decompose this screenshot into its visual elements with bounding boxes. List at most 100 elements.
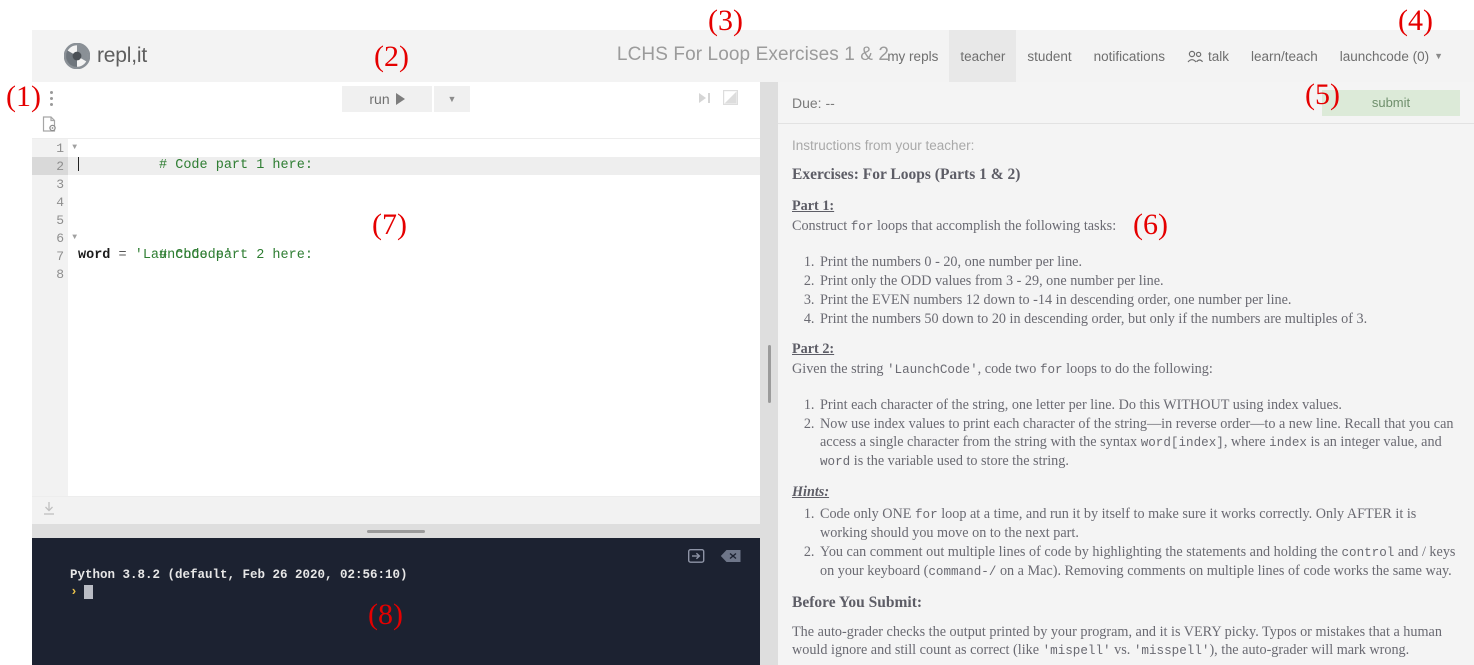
instructions-title: Exercises: For Loops (Parts 1 & 2) bbox=[792, 165, 1464, 185]
code-line: # Code part 1 here: bbox=[68, 139, 760, 157]
part2-intro-keyword: for bbox=[1040, 363, 1063, 377]
play-icon bbox=[396, 93, 405, 105]
download-icon[interactable] bbox=[42, 501, 56, 521]
hint2-a: You can comment out multiple lines of co… bbox=[820, 544, 1341, 560]
horizontal-splitter-handle[interactable] bbox=[32, 524, 760, 538]
nav-label: notifications bbox=[1094, 49, 1165, 64]
top-header-bar: repl,it LCHS For Loop Exercises 1 & 2 my… bbox=[32, 30, 1474, 82]
part2-intro-a: Given the string bbox=[792, 361, 887, 377]
instructions-pane: Due: -- submit Instructions from your te… bbox=[778, 82, 1474, 665]
part2-intro-b: , code two bbox=[978, 361, 1040, 377]
editor-toolbar: run ▼ bbox=[32, 82, 760, 114]
split-pane-icon[interactable] bbox=[723, 90, 738, 110]
chevron-down-icon: ▼ bbox=[1434, 51, 1443, 61]
line-number: 4 bbox=[32, 193, 68, 211]
step-over-icon[interactable] bbox=[697, 91, 713, 110]
line-number: 7 bbox=[32, 247, 68, 265]
run-button[interactable]: run bbox=[342, 86, 432, 112]
assignment-status-bar: Due: -- submit bbox=[778, 82, 1474, 124]
hints-list: Code only ONE for loop at a time, and ru… bbox=[818, 505, 1464, 581]
nav-item-notifications[interactable]: notifications bbox=[1083, 30, 1176, 82]
editor-footer bbox=[32, 496, 760, 524]
replit-ide-window: repl,it LCHS For Loop Exercises 1 & 2 my… bbox=[0, 0, 1474, 665]
line-number-text: 1 bbox=[56, 141, 64, 156]
nav-item-student[interactable]: student bbox=[1016, 30, 1082, 82]
nav-label: teacher bbox=[960, 49, 1005, 64]
line-number-text: 3 bbox=[56, 177, 64, 192]
file-settings-icon[interactable] bbox=[42, 116, 57, 137]
code-editor[interactable]: 1 ▼ 2 3 4 5 6 ▼ bbox=[32, 138, 760, 496]
code-string: 'LaunchCode' bbox=[135, 248, 232, 263]
nav-item-teacher[interactable]: teacher bbox=[949, 30, 1016, 82]
console-output: Python 3.8.2 (default, Feb 26 2020, 02:5… bbox=[32, 538, 760, 584]
list-item: Print each character of the string, one … bbox=[818, 396, 1464, 414]
line-number: 2 bbox=[32, 157, 68, 175]
code-line: # Code part 2 here: bbox=[68, 229, 760, 247]
part2-item2-c: is an integer value, and bbox=[1307, 434, 1442, 450]
before-submit-heading: Before You Submit: bbox=[792, 593, 1464, 613]
part2-intro: Given the string 'LaunchCode', code two … bbox=[792, 360, 1464, 379]
insert-input-icon[interactable] bbox=[688, 548, 706, 569]
line-number: 8 bbox=[32, 265, 68, 283]
code-variable: word bbox=[78, 248, 110, 263]
people-icon bbox=[1187, 50, 1204, 63]
replit-logo-icon bbox=[64, 43, 90, 69]
editor-pane: run ▼ bbox=[32, 82, 760, 665]
code-text-area[interactable]: # Code part 1 here: # Code part 2 here: … bbox=[68, 139, 760, 496]
line-number: 3 bbox=[32, 175, 68, 193]
hint2-c: on a Mac). Removing comments on multiple… bbox=[996, 563, 1451, 579]
hint1-a: Code only ONE bbox=[820, 506, 915, 522]
part2-item2-d: is the variable used to store the string… bbox=[850, 453, 1069, 469]
part1-intro-a: Construct bbox=[792, 218, 851, 234]
part2-item2-code2: index bbox=[1269, 436, 1307, 450]
part2-item2-code3: word bbox=[820, 455, 850, 469]
code-operator: = bbox=[110, 248, 134, 263]
before-submit-c: ), the auto-grader will mark wrong. bbox=[1209, 642, 1409, 658]
instructions-from-teacher-label: Instructions from your teacher: bbox=[778, 124, 1474, 153]
list-item: Code only ONE for loop at a time, and ru… bbox=[818, 505, 1464, 542]
nav-label: launchcode (0) bbox=[1340, 49, 1429, 64]
line-number-gutter: 1 ▼ 2 3 4 5 6 ▼ bbox=[32, 139, 68, 496]
nav-item-learn-teach[interactable]: learn/teach bbox=[1240, 30, 1329, 82]
list-item: Print the EVEN numbers 12 down to -14 in… bbox=[818, 291, 1464, 309]
part2-item2-b: , where bbox=[1224, 434, 1269, 450]
list-item: Now use index values to print each chara… bbox=[818, 415, 1464, 471]
part2-task-list: Print each character of the string, one … bbox=[818, 396, 1464, 471]
clear-console-icon[interactable] bbox=[720, 549, 742, 568]
run-dropdown-button[interactable]: ▼ bbox=[434, 86, 470, 112]
console-cursor bbox=[84, 585, 93, 599]
chevron-down-icon: ▼ bbox=[448, 94, 457, 104]
hint2-code2: command-/ bbox=[928, 565, 996, 579]
code-line bbox=[68, 265, 760, 283]
hint1-keyword: for bbox=[915, 508, 938, 522]
main-navigation: my repls teacher student notifications bbox=[876, 30, 1474, 82]
code-line bbox=[68, 175, 760, 193]
line-number-text: 5 bbox=[56, 213, 64, 228]
console-prompt-row[interactable]: › bbox=[32, 584, 760, 599]
line-number: 6 ▼ bbox=[32, 229, 68, 247]
line-number: 5 bbox=[32, 211, 68, 229]
kebab-menu-icon[interactable] bbox=[40, 84, 62, 112]
submit-button[interactable]: submit bbox=[1322, 90, 1460, 116]
file-tab-row bbox=[32, 114, 760, 138]
nav-item-my-repls[interactable]: my repls bbox=[876, 30, 949, 82]
instructions-content: Exercises: For Loops (Parts 1 & 2) Part … bbox=[778, 153, 1474, 665]
line-number-text: 8 bbox=[56, 267, 64, 282]
part2-heading: Part 2: bbox=[792, 341, 834, 357]
text-cursor bbox=[78, 157, 79, 171]
nav-item-account-launchcode[interactable]: launchcode (0) ▼ bbox=[1329, 30, 1454, 82]
before-submit-paragraph: The auto-grader checks the output printe… bbox=[792, 623, 1464, 660]
console-pane[interactable]: Python 3.8.2 (default, Feb 26 2020, 02:5… bbox=[32, 538, 760, 665]
submit-button-label: submit bbox=[1372, 95, 1410, 110]
vertical-splitter-handle[interactable] bbox=[760, 82, 778, 665]
before-submit-code1: 'mispell' bbox=[1043, 644, 1111, 658]
nav-label: learn/teach bbox=[1251, 49, 1318, 64]
line-number-text: 4 bbox=[56, 195, 64, 210]
code-comment: # Code part 1 here: bbox=[159, 158, 313, 173]
nav-item-talk[interactable]: talk bbox=[1176, 30, 1240, 82]
replit-brand[interactable]: repl,it bbox=[64, 43, 147, 69]
run-control-group: run ▼ bbox=[342, 86, 470, 112]
nav-label: student bbox=[1027, 49, 1071, 64]
due-date-label: Due: -- bbox=[792, 95, 835, 111]
part1-intro: Construct for loops that accomplish the … bbox=[792, 217, 1464, 236]
